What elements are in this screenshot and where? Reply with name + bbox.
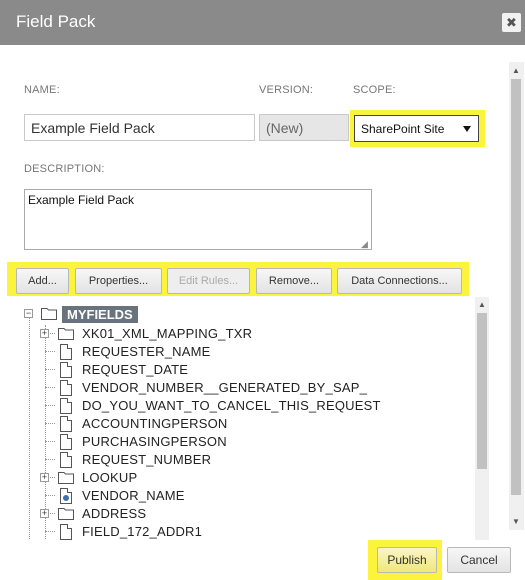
tree-item-label: PURCHASINGPERSON (82, 434, 227, 449)
add-button[interactable]: Add... (16, 268, 69, 294)
tree-item-label: REQUEST_NUMBER (82, 452, 212, 467)
tree-item-label: ADDRESS (82, 506, 147, 521)
tree-root-label[interactable]: MYFIELDS (62, 306, 138, 323)
expand-icon[interactable]: + (40, 329, 49, 338)
tree-item[interactable]: PURCHASINGPERSON (8, 433, 478, 451)
tree-item[interactable]: FIELD_172_ADDR1 (8, 523, 478, 540)
tree-item[interactable]: + XK01_XML_MAPPING_TXR (8, 325, 478, 343)
expand-icon[interactable]: + (40, 509, 49, 518)
dropdown-arrow-icon (463, 126, 471, 132)
tree-item[interactable]: + LOOKUP (8, 469, 478, 487)
folder-icon (41, 308, 57, 320)
field-icon (60, 416, 72, 432)
name-label: NAME: (24, 84, 60, 96)
tree-item-label: LOOKUP (82, 470, 138, 485)
tree-item-label: XK01_XML_MAPPING_TXR (82, 326, 253, 341)
edit-rules-button[interactable]: Edit Rules... (167, 268, 250, 294)
folder-icon (58, 508, 74, 520)
tree-item[interactable]: REQUEST_DATE (8, 361, 478, 379)
folder-icon (58, 472, 74, 484)
data-connections-button[interactable]: Data Connections... (337, 268, 462, 294)
dialog-title: Field Pack (16, 12, 96, 31)
scope-select-value: SharePoint Site (361, 122, 445, 136)
expand-icon[interactable]: + (40, 473, 49, 482)
name-field[interactable]: Example Field Pack (24, 114, 255, 141)
version-field: (New) (259, 114, 349, 141)
tree-item[interactable]: ACCOUNTINGPERSON (8, 415, 478, 433)
field-icon (60, 452, 72, 468)
tree-item-label: VENDOR_NUMBER__GENERATED_BY_SAP_ (82, 380, 368, 395)
tree-item[interactable]: DO_YOU_WANT_TO_CANCEL_THIS_REQUEST (8, 397, 478, 415)
tree-item-label: REQUESTER_NAME (82, 344, 211, 359)
tree-item[interactable]: + ADDRESS (8, 505, 478, 523)
tree-item-label: ACCOUNTINGPERSON (82, 416, 228, 431)
scope-select[interactable]: SharePoint Site (354, 115, 479, 142)
close-icon[interactable]: ✖ (502, 13, 521, 32)
description-field[interactable]: Example Field Pack (24, 189, 372, 250)
tree-scroll-up-icon[interactable]: ▲ (475, 298, 489, 312)
folder-icon (58, 328, 74, 340)
tree-item[interactable]: VENDOR_NAME (8, 487, 478, 505)
properties-button[interactable]: Properties... (75, 268, 162, 294)
lookup-field-icon (60, 488, 72, 504)
collapse-icon[interactable]: − (24, 309, 33, 318)
field-icon (60, 434, 72, 450)
field-icon (60, 398, 72, 414)
field-tree[interactable]: − MYFIELDS + XK01_XML_MAPPING_TXR REQUES… (8, 297, 493, 540)
tree-item-label: VENDOR_NAME (82, 488, 185, 503)
field-icon (60, 380, 72, 396)
field-icon (60, 344, 72, 360)
description-label: DESCRIPTION: (24, 163, 105, 175)
cancel-button[interactable]: Cancel (447, 547, 511, 573)
tree-item-label: REQUEST_DATE (82, 362, 189, 377)
dialog-scroll-up-icon[interactable]: ▲ (509, 64, 523, 78)
dialog-scroll-thumb[interactable] (511, 79, 521, 495)
tree-scroll-thumb[interactable] (477, 313, 487, 469)
tree-item-label: DO_YOU_WANT_TO_CANCEL_THIS_REQUEST (82, 398, 381, 413)
dialog-scroll-down-icon[interactable]: ▼ (509, 515, 523, 529)
resize-grip-icon[interactable]: ◢ (361, 239, 368, 250)
scope-label: SCOPE: (353, 84, 396, 96)
field-icon (60, 362, 72, 378)
publish-button[interactable]: Publish (377, 547, 437, 573)
dialog-titlebar: Field Pack ✖ (0, 0, 525, 45)
field-icon (60, 524, 72, 540)
tree-item-label: FIELD_172_ADDR1 (82, 524, 203, 539)
version-label: VERSION: (259, 84, 314, 96)
tree-item[interactable]: REQUEST_NUMBER (8, 451, 478, 469)
remove-button[interactable]: Remove... (256, 268, 332, 294)
tree-item[interactable]: REQUESTER_NAME (8, 343, 478, 361)
tree-item[interactable]: VENDOR_NUMBER__GENERATED_BY_SAP_ (8, 379, 478, 397)
